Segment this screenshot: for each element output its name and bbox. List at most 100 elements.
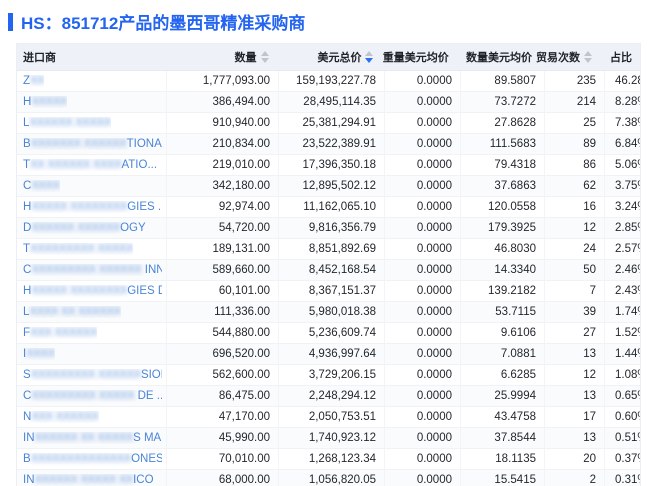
quantity-cell: 45,990.00 (167, 428, 279, 448)
usd_total-cell: 9,816,356.79 (279, 218, 385, 238)
table-row: HXXXXX 386,494.00 28,495,114.35 0.0000 73.72… (17, 92, 640, 113)
qty_avg-cell: 139.2182 (461, 281, 545, 301)
importer-name-link[interactable]: NXXX XXXXXX (23, 411, 99, 423)
qty_avg-cell: 9.6106 (461, 323, 545, 343)
importer-name-masked: XXXXXXXXX XXXXX (30, 243, 134, 255)
importer-name-link[interactable]: LXXXX XX XXXXXX (23, 306, 121, 318)
share-cell: 0.31% (615, 474, 640, 486)
qty_avg-cell: 27.8628 (461, 113, 545, 133)
qty_avg-cell: 53.7115 (461, 302, 545, 322)
usd_total-cell: 1,056,820.05 (279, 470, 385, 486)
importer-name-masked: XXX XXXXXX (30, 327, 98, 339)
sort-caret-down-icon (260, 58, 269, 63)
importer-name-link[interactable]: FXXX XXXXXX (23, 327, 97, 339)
table-row: BXXXXXXX XXXXXXTIONAL 210,834.0023,522,38… (17, 134, 640, 155)
quantity-cell: 1,777,093.00 (167, 71, 279, 91)
title-accent-bar (8, 12, 13, 31)
importer-name-link[interactable]: IXXXX (23, 348, 55, 360)
weight_avg-cell: 0.0000 (385, 281, 461, 301)
weight_avg-cell: 0.0000 (385, 197, 461, 217)
table-row: BXXXXXXXXXXXXXXONES... 70,010.001,268,123… (17, 449, 640, 470)
importer-cell: DXXXXXX XXXXXXOGY (17, 218, 167, 238)
importer-name-masked: XXX XXXXXX (31, 411, 99, 423)
share-cell: 6.84% (615, 138, 640, 150)
importer-name-visible-suffix: DE ... (137, 390, 162, 402)
sort-caret-up-icon (584, 51, 592, 56)
importer-cell: INXXXXXX XXXXX XXICO (17, 470, 167, 486)
trades-cell: 16 (545, 197, 605, 217)
usd_total-cell: 17,396,350.18 (279, 155, 385, 175)
importer-name-visible-prefix: F (23, 327, 31, 339)
importer-name-link[interactable]: CXXXXXXXXX XXXXX DE ... (23, 390, 162, 402)
quantity-cell: 386,494.00 (167, 92, 279, 112)
usd_total-cell: 5,980,018.38 (279, 302, 385, 322)
importer-name-link[interactable]: TXXXXXXXXX XXXXX (23, 243, 133, 255)
importer-name-link[interactable]: HXXXXX (23, 96, 67, 108)
importer-name-link[interactable]: HXXXXX XXXXXXXXGIES ... (23, 201, 162, 213)
column-header-label: 数量美元均价 (466, 52, 532, 64)
importer-cell: CXXXXXXXXX XXXXX DE ... (17, 386, 167, 406)
share-cell: 3.24% (615, 201, 640, 213)
importer-name-visible-suffix: OGY (120, 222, 146, 234)
usd_total-cell: 4,936,997.64 (279, 344, 385, 364)
importer-name-masked: XXXXXXXXX XXXXXX (30, 369, 142, 381)
quantity-cell: 589,660.00 (167, 260, 279, 280)
table-row: ZXX 1,777,093.00 159,193,227.78 0.0000 89.58… (17, 71, 640, 92)
col-header-quantity[interactable]: 数量 (166, 44, 277, 70)
importer-name-link[interactable]: ZXX (23, 75, 44, 87)
page-title: HS：851712产品的墨西哥精准采购商 (21, 14, 306, 33)
importer-name-visible-prefix: Z (23, 75, 31, 87)
column-header-label: 美元总价 (317, 52, 362, 64)
importer-name-link[interactable]: INXXXXXX XXXXX XXICO (23, 474, 154, 486)
importer-name-link[interactable]: CXXXX (23, 180, 60, 192)
quantity-cell: 219,010.00 (167, 155, 279, 175)
share-cell: 5.06% (615, 159, 640, 171)
weight_avg-cell: 0.0000 (385, 155, 461, 175)
trades-cell: 39 (545, 302, 605, 322)
weight_avg-cell: 0.0000 (385, 344, 461, 364)
importer-name-visible-prefix: IN (23, 432, 35, 444)
importer-name-link[interactable]: HXXXXX XXXXXXXXGIES D... (23, 285, 162, 297)
weight_avg-cell: 0.0000 (385, 239, 461, 259)
importer-name-link[interactable]: BXXXXXXXXXXXXXXONES... (23, 453, 162, 465)
col-header-weight-unit-price: 重量美元均价 (381, 44, 456, 70)
importer-cell: FXXX XXXXXX (17, 323, 167, 343)
qty_avg-cell: 37.8544 (461, 428, 545, 448)
quantity-cell: 111,336.00 (167, 302, 279, 322)
quantity-cell: 189,131.00 (167, 239, 279, 259)
table-row: LXXXXXX XXXXX 910,940.00 25,381,294.91 0.00… (17, 113, 640, 134)
col-header-usd-total[interactable]: 美元总价 (277, 44, 382, 70)
importer-cell: BXXXXXXX XXXXXXTIONAL (17, 134, 167, 154)
importer-name-masked: XX XXXXXX XXXX (30, 159, 122, 171)
qty_avg-cell: 18.1135 (461, 449, 545, 469)
importer-name-link[interactable]: TXX XXXXXX XXXXATIO... (23, 159, 157, 171)
importer-name-link[interactable]: LXXXXXX XXXXX (23, 117, 111, 129)
importer-cell: TXXXXXXXXX XXXXX (17, 239, 167, 259)
importer-name-link[interactable]: INXXXXXX XX XXXXXS MA... (23, 432, 162, 444)
importer-name-masked: XXXXXX XX XXXXX (34, 432, 134, 444)
qty_avg-cell: 46.8030 (461, 239, 545, 259)
weight_avg-cell: 0.0000 (385, 176, 461, 196)
share-cell: 1.44% (615, 348, 640, 360)
importer-name-link[interactable]: CXXXXXXXXX XXXXXX INN... (23, 264, 162, 276)
col-header-share: 占比 (600, 44, 640, 70)
importer-name-visible-suffix: GIES ... (127, 201, 162, 213)
usd_total-cell: 2,050,753.51 (279, 407, 385, 427)
importer-cell: INXXXXXX XX XXXXXS MA... (17, 428, 167, 448)
sort-caret-up-icon (260, 51, 269, 56)
importer-name-visible-suffix: INN... (144, 264, 162, 276)
share-cell: 3.75% (615, 180, 640, 192)
importer-cell: IXXXX (17, 344, 167, 364)
quantity-cell: 60,101.00 (167, 281, 279, 301)
importer-name-link[interactable]: DXXXXXX XXXXXXOGY (23, 222, 146, 234)
qty_avg-cell: 89.5807 (461, 71, 545, 91)
importer-name-link[interactable]: BXXXXXXX XXXXXXTIONAL (23, 138, 162, 150)
qty_avg-cell: 6.6285 (461, 365, 545, 385)
share-cell: 1.52% (615, 327, 640, 339)
usd_total-cell: 8,851,892.69 (279, 239, 385, 259)
importer-cell: HXXXXX XXXXXXXXGIES D... (17, 281, 167, 301)
qty_avg-cell: 79.4318 (461, 155, 545, 175)
importer-name-visible-suffix: SION... (140, 369, 162, 381)
col-header-trade-count[interactable]: 贸易次数 (536, 44, 600, 70)
importer-name-link[interactable]: SXXXXXXXXX XXXXXXSION... (23, 369, 162, 381)
